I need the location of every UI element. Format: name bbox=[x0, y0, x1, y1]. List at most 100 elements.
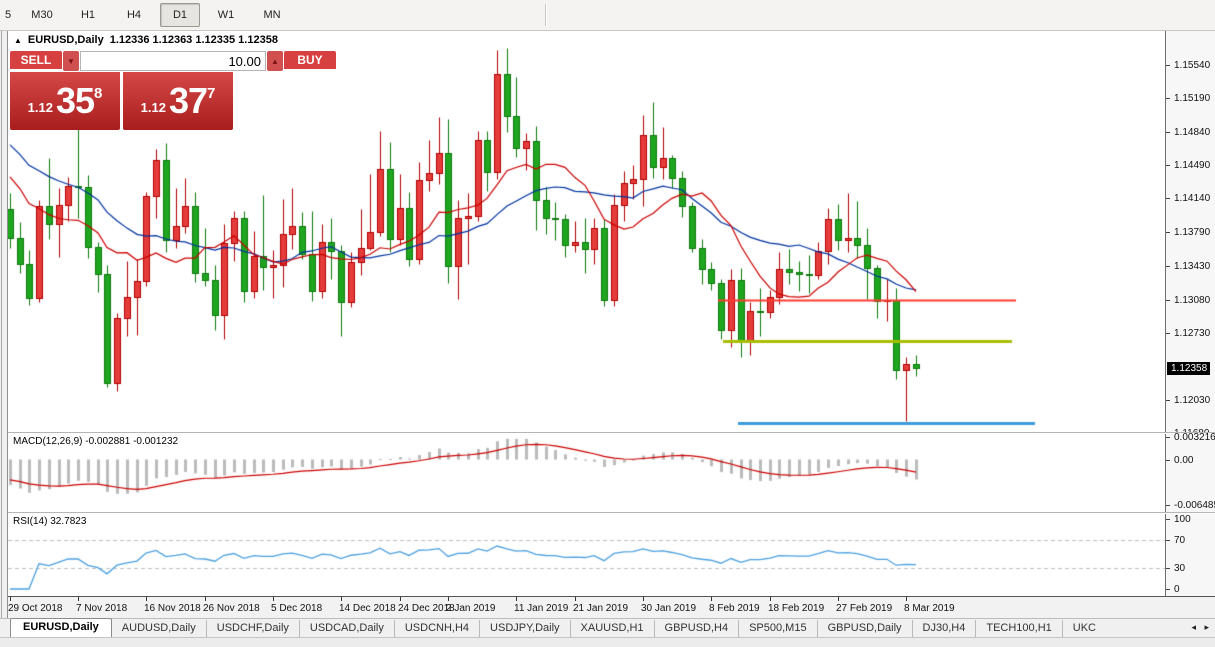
sell-price-box[interactable]: 1.12 35 8 bbox=[10, 72, 120, 130]
timeframe-button-5[interactable]: 5 bbox=[0, 3, 16, 27]
toolbar-separator bbox=[545, 4, 547, 26]
time-tick bbox=[205, 597, 206, 601]
time-tick bbox=[146, 597, 147, 601]
price-tick-label: 1.14490 bbox=[1174, 160, 1210, 171]
time-axis: 29 Oct 2018 7 Nov 2018 16 Nov 201826 Nov 2… bbox=[8, 596, 1215, 618]
price-tick bbox=[1166, 165, 1170, 166]
price-tick-label: 1.12730 bbox=[1174, 328, 1210, 339]
time-tick-label: 21 Jan 2019 bbox=[573, 603, 628, 614]
time-tick bbox=[711, 597, 712, 601]
macd-tick bbox=[1166, 437, 1170, 438]
price-panel: ▲ EURUSD,Daily 1.12336 1.12363 1.12335 1… bbox=[8, 31, 1215, 432]
timeframe-button-w1[interactable]: W1 bbox=[206, 3, 246, 27]
bottom-scrollbar[interactable] bbox=[0, 637, 1215, 647]
macd-canvas[interactable] bbox=[8, 434, 1165, 512]
time-tick-label: 2 Jan 2019 bbox=[446, 603, 496, 614]
chart-tab-dj30-h4[interactable]: DJ30,H4 bbox=[913, 620, 977, 637]
macd-label: MACD(12,26,9) -0.002881 -0.001232 bbox=[13, 436, 178, 447]
collapse-arrow-icon[interactable]: ▲ bbox=[14, 36, 22, 45]
chart-title: ▲ EURUSD,Daily 1.12336 1.12363 1.12335 1… bbox=[14, 34, 278, 46]
time-tick-label: 7 Nov 2018 bbox=[76, 603, 127, 614]
chart-tab-usdcnh-h4[interactable]: USDCNH,H4 bbox=[395, 620, 480, 637]
rsi-axis: 100 70 30 0 bbox=[1165, 514, 1215, 596]
price-tick bbox=[1166, 333, 1170, 334]
price-tick-label: 1.15540 bbox=[1174, 60, 1210, 71]
rsi-tick bbox=[1166, 568, 1170, 569]
buy-price-prefix: 1.12 bbox=[141, 100, 166, 115]
rsi-canvas[interactable] bbox=[8, 514, 1165, 596]
chart-tab-usdchf-daily[interactable]: USDCHF,Daily bbox=[207, 620, 300, 637]
chart-tab-sp500-m15[interactable]: SP500,M15 bbox=[739, 620, 817, 637]
chart-tab-usdjpy-daily[interactable]: USDJPY,Daily bbox=[480, 620, 571, 637]
buy-price-big: 37 bbox=[169, 80, 207, 122]
timeframe-toolbar: 5M30H1H4D1W1MN bbox=[0, 0, 1215, 31]
time-tick bbox=[341, 597, 342, 601]
chart-tab-tech100-h1[interactable]: TECH100,H1 bbox=[976, 620, 1062, 637]
chart-tab-xauusd-h1[interactable]: XAUUSD,H1 bbox=[571, 620, 655, 637]
macd-axis: 0.0032160.00-0.006485 bbox=[1165, 434, 1215, 512]
sell-button[interactable]: SELL bbox=[10, 51, 62, 71]
time-tick-label: 5 Dec 2018 bbox=[271, 603, 322, 614]
sell-price-pip: 8 bbox=[94, 85, 102, 102]
price-tick-label: 1.14140 bbox=[1174, 193, 1210, 204]
tab-scroll-arrows[interactable]: ◂ ▸ bbox=[1191, 622, 1212, 633]
time-tick bbox=[516, 597, 517, 601]
time-tick-label: 30 Jan 2019 bbox=[641, 603, 696, 614]
chart-tab-audusd-daily[interactable]: AUDUSD,Daily bbox=[112, 620, 207, 637]
timeframe-button-h1[interactable]: H1 bbox=[68, 3, 108, 27]
time-tick bbox=[770, 597, 771, 601]
price-tick bbox=[1166, 266, 1170, 267]
time-tick-label: 8 Mar 2019 bbox=[904, 603, 955, 614]
price-tick-label: 1.13790 bbox=[1174, 227, 1210, 238]
price-tick-label: 1.13080 bbox=[1174, 295, 1210, 306]
chart-tab-ukc[interactable]: UKC bbox=[1063, 620, 1106, 637]
price-tick-label: 1.14840 bbox=[1174, 127, 1210, 138]
volume-input[interactable] bbox=[80, 51, 266, 71]
volume-decrease-button[interactable]: ▼ bbox=[63, 51, 79, 71]
price-tick-label: 1.15190 bbox=[1174, 93, 1210, 104]
buy-button[interactable]: BUY bbox=[284, 51, 336, 71]
price-tick bbox=[1166, 400, 1170, 401]
chart-tab-usdcad-daily[interactable]: USDCAD,Daily bbox=[300, 620, 395, 637]
price-tick-label: 1.12030 bbox=[1174, 395, 1210, 406]
price-tick-label: 1.13430 bbox=[1174, 261, 1210, 272]
last-price-tag: 1.12358 bbox=[1167, 362, 1210, 375]
chart-ohlc-values: 1.12336 1.12363 1.12335 1.12358 bbox=[110, 34, 278, 46]
price-axis: 1.12358 1.15540 1.15190 1.14840 1.14490 1.14… bbox=[1165, 31, 1215, 432]
timeframe-button-m30[interactable]: M30 bbox=[22, 3, 62, 27]
macd-panel: MACD(12,26,9) -0.002881 -0.001232 0.0032… bbox=[8, 434, 1215, 512]
volume-increase-button[interactable]: ▲ bbox=[267, 51, 283, 71]
time-tick-label: 11 Jan 2019 bbox=[514, 603, 568, 614]
macd-tick bbox=[1166, 460, 1170, 461]
price-tick bbox=[1166, 65, 1170, 66]
rsi-tick bbox=[1166, 589, 1170, 590]
price-tick bbox=[1166, 98, 1170, 99]
time-tick bbox=[400, 597, 401, 601]
time-tick bbox=[10, 597, 11, 601]
buy-price-box[interactable]: 1.12 37 7 bbox=[123, 72, 233, 130]
timeframe-button-mn[interactable]: MN bbox=[252, 3, 292, 27]
timeframe-button-h4[interactable]: H4 bbox=[114, 3, 154, 27]
price-tick bbox=[1166, 198, 1170, 199]
time-tick bbox=[78, 597, 79, 601]
time-tick bbox=[273, 597, 274, 601]
rsi-tick-label: 100 bbox=[1174, 514, 1191, 525]
price-tick bbox=[1166, 232, 1170, 233]
sell-price-big: 35 bbox=[56, 80, 94, 122]
rsi-tick-label: 70 bbox=[1174, 535, 1185, 546]
time-tick-label: 16 Nov 2018 bbox=[144, 603, 201, 614]
window-left-edge bbox=[0, 31, 8, 618]
rsi-tick-label: 30 bbox=[1174, 563, 1185, 574]
time-tick bbox=[643, 597, 644, 601]
price-tick bbox=[1166, 132, 1170, 133]
time-tick-label: 27 Feb 2019 bbox=[836, 603, 892, 614]
time-tick bbox=[906, 597, 907, 601]
chart-tab-gbpusd-daily[interactable]: GBPUSD,Daily bbox=[818, 620, 913, 637]
time-tick-label: 29 Oct 2018 bbox=[8, 603, 62, 614]
time-tick-label: 26 Nov 2018 bbox=[203, 603, 260, 614]
chart-tab-eurusd-daily[interactable]: EURUSD,Daily bbox=[10, 618, 112, 638]
rsi-tick-label: 0 bbox=[1174, 584, 1180, 595]
timeframe-button-d1[interactable]: D1 bbox=[160, 3, 200, 27]
time-tick bbox=[575, 597, 576, 601]
chart-tab-gbpusd-h4[interactable]: GBPUSD,H4 bbox=[655, 620, 740, 637]
